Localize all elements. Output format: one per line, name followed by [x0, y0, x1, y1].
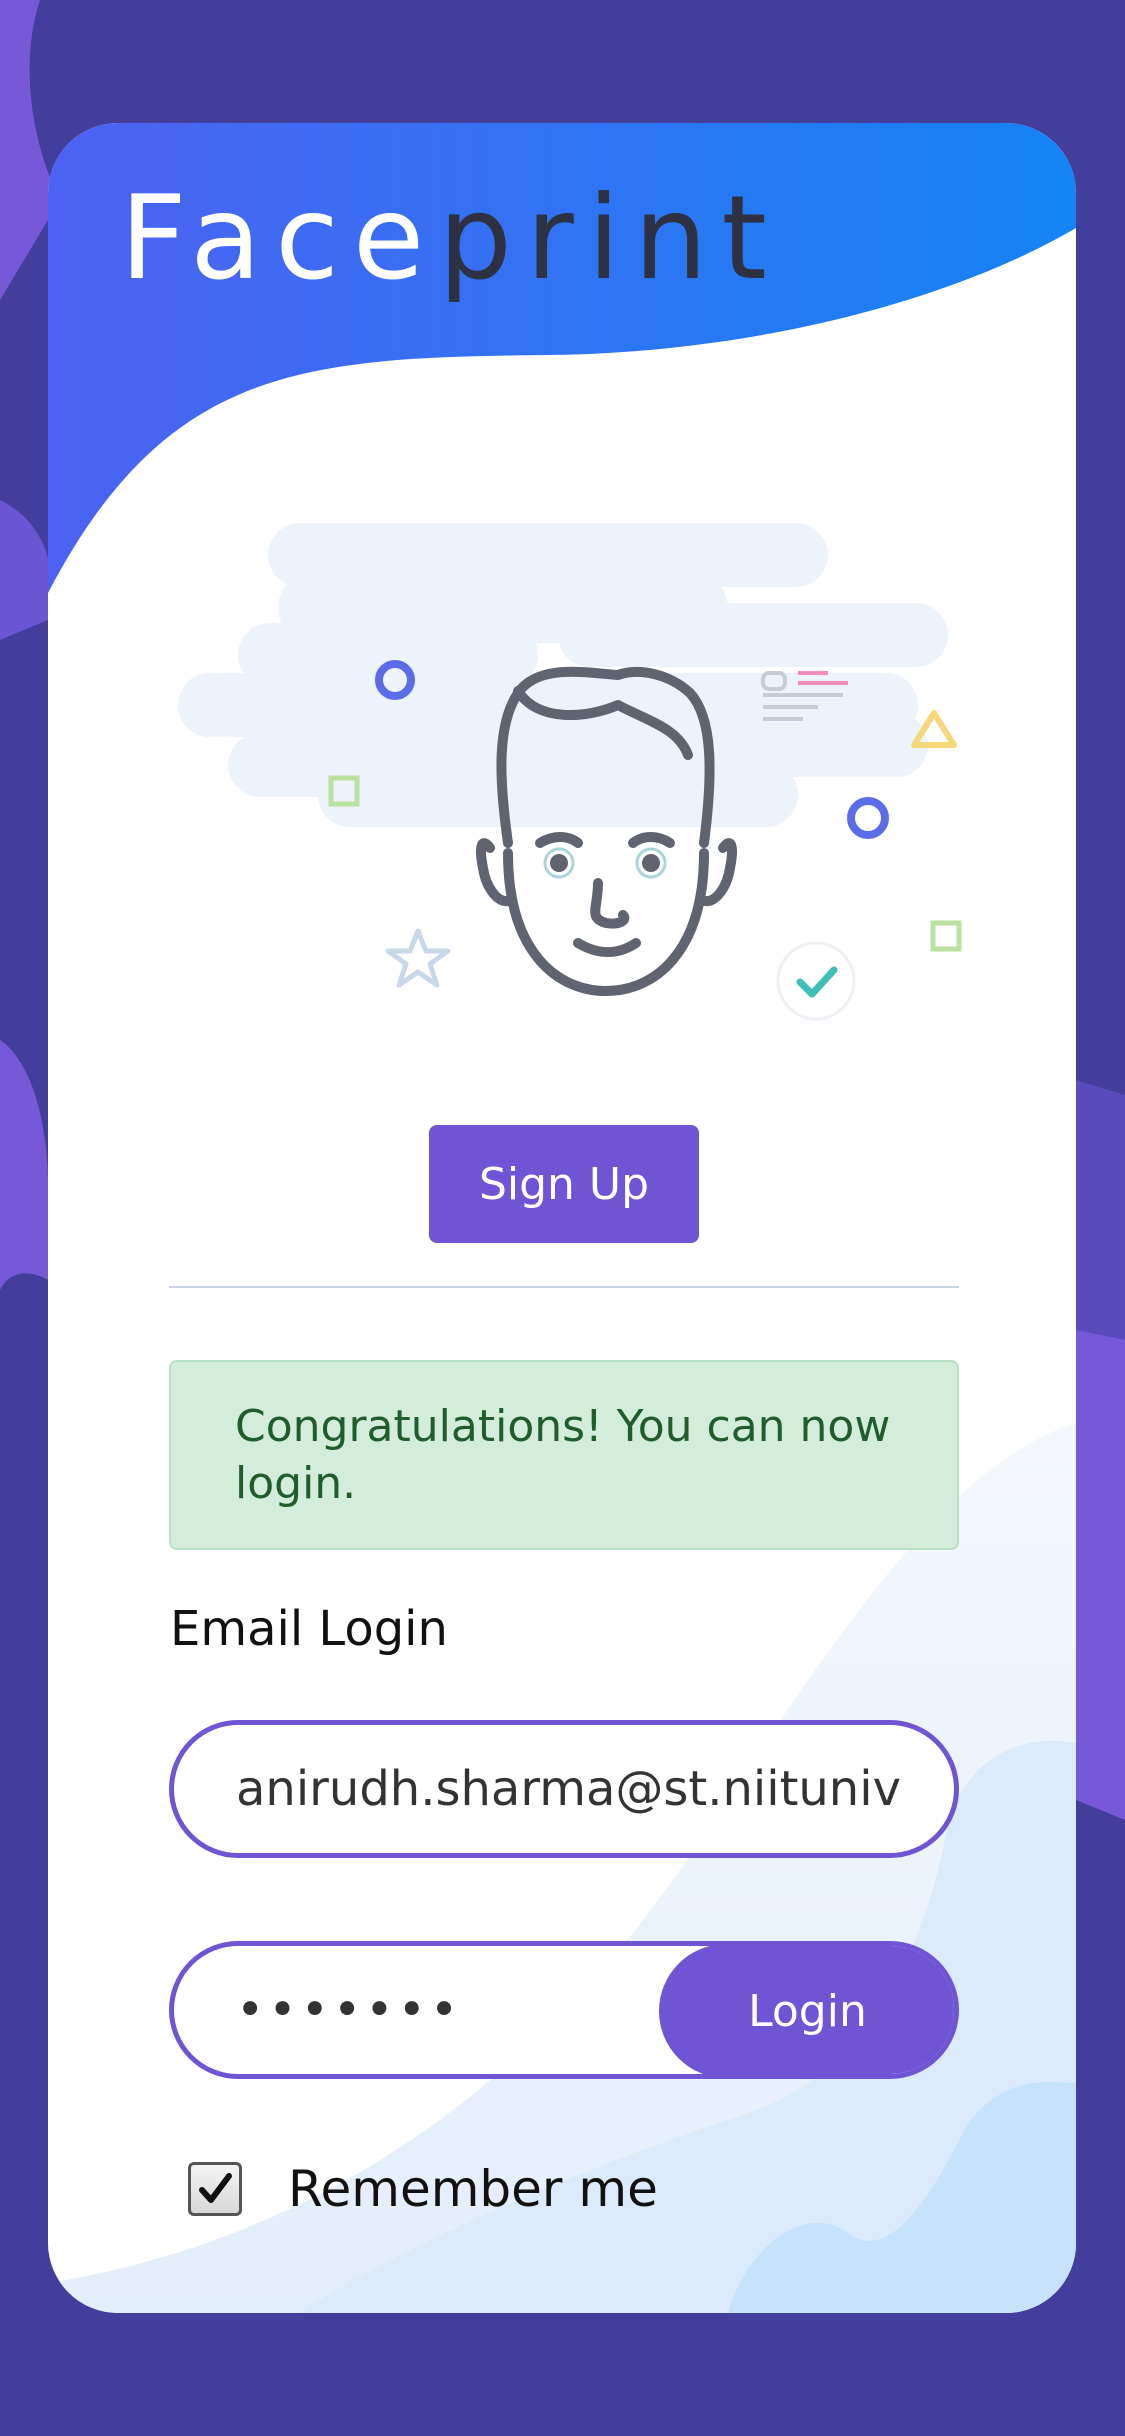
app-logo: Faceprint — [120, 181, 781, 297]
logo-text-print: print — [438, 171, 781, 306]
success-alert: Congratulations! You can now login. — [169, 1360, 959, 1550]
email-login-heading: Email Login — [170, 1601, 448, 1657]
login-button[interactable]: Login — [659, 1946, 954, 2074]
remember-me-checkbox[interactable] — [188, 2162, 242, 2216]
remember-me-option[interactable]: Remember me — [188, 2160, 658, 2218]
email-field-wrapper — [169, 1720, 959, 1858]
login-card: Faceprint Sign Up Congratulations! You c… — [48, 123, 1076, 2313]
sign-up-button[interactable]: Sign Up — [429, 1125, 699, 1243]
remember-me-label: Remember me — [288, 2160, 658, 2218]
face-scan-illustration — [178, 523, 962, 1021]
logo-text-face: Face — [120, 171, 439, 306]
checkmark-icon — [199, 2173, 232, 2203]
password-input[interactable] — [174, 1946, 674, 2074]
password-login-group: Login — [169, 1941, 959, 2079]
section-divider — [169, 1286, 959, 1288]
email-input[interactable] — [174, 1725, 954, 1853]
